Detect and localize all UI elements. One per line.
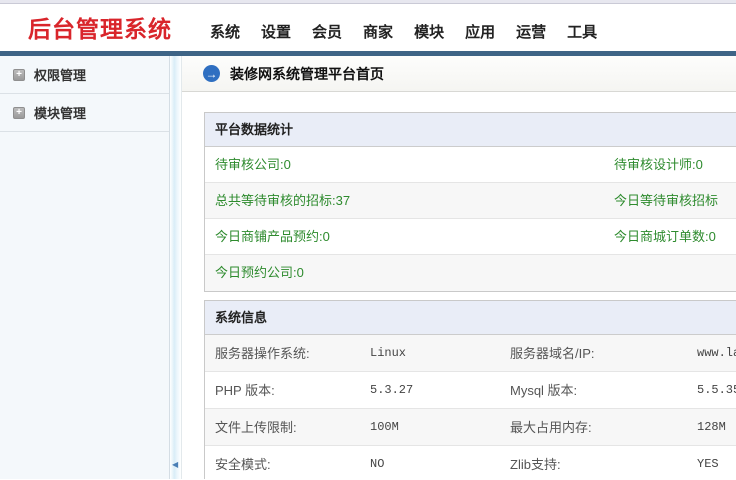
page-title: 装修网系统管理平台首页 [230,64,384,84]
page-header: → 装修网系统管理平台首页 [182,56,736,92]
sidebar-item-permissions[interactable]: + 权限管理 [0,56,169,94]
arrow-circle-icon: → [203,65,220,82]
stat-link-total-pending-bids[interactable]: 总共等待审核的招标:37 [215,193,350,208]
sys-label-mysql-version: Mysql 版本: [510,372,577,409]
brand-logo: 后台管理系统 [28,10,172,44]
stat-link-pending-companies[interactable]: 待审核公司:0 [215,157,291,172]
sys-label-safe-mode: 安全模式: [215,457,271,472]
stats-panel-title: 平台数据统计 [205,113,736,147]
stat-link-today-mall-orders[interactable]: 今日商城订单数:0 [614,219,716,255]
sys-label-php-version: PHP 版本: [215,383,275,398]
nav-item-settings[interactable]: 设置 [261,21,291,42]
nav-item-member[interactable]: 会员 [312,21,342,42]
collapse-arrow-icon[interactable]: ◀ [172,461,178,469]
sidebar-item-label: 权限管理 [34,65,86,84]
nav-item-tools[interactable]: 工具 [567,21,597,42]
stat-row: 今日商铺产品预约:0 今日商城订单数:0 [205,219,736,255]
sys-label-server-domain-ip: 服务器域名/IP: [510,335,595,372]
nav-item-application[interactable]: 应用 [465,21,495,42]
system-info-panel: 系统信息 服务器操作系统: Linux 服务器域名/IP: www.laj PH… [204,300,736,479]
expand-plus-icon[interactable]: + [13,107,25,119]
app-header: 后台管理系统 系统 设置 会员 商家 模块 应用 运营 工具 [0,4,736,51]
system-info-row: 安全模式: NO Zlib支持: YES [205,446,736,479]
stat-link-today-booked-companies[interactable]: 今日预约公司:0 [215,265,304,280]
stat-link-today-shop-bookings[interactable]: 今日商铺产品预约:0 [215,229,330,244]
stats-panel: 平台数据统计 待审核公司:0 待审核设计师:0 总共等待审核的招标:37 今日等… [204,112,736,292]
stat-row: 总共等待审核的招标:37 今日等待审核招标 [205,183,736,219]
system-info-panel-title: 系统信息 [205,301,736,335]
nav-item-module[interactable]: 模块 [414,21,444,42]
sidebar-item-modules[interactable]: + 模块管理 [0,94,169,132]
sys-value-php-version: 5.3.27 [370,372,413,409]
stat-row: 今日预约公司:0 [205,255,736,291]
system-info-row: PHP 版本: 5.3.27 Mysql 版本: 5.5.35. [205,372,736,409]
sys-value-zlib-support: YES [697,446,719,479]
content-area: → 装修网系统管理平台首页 平台数据统计 待审核公司:0 待审核设计师:0 总共… [182,56,736,479]
sys-label-server-os: 服务器操作系统: [215,346,310,361]
admin-backend-page: 后台管理系统 系统 设置 会员 商家 模块 应用 运营 工具 + 权限管理 + … [0,0,736,480]
stat-link-today-pending-bids[interactable]: 今日等待审核招标 [614,183,718,219]
stat-row: 待审核公司:0 待审核设计师:0 [205,147,736,183]
stat-link-pending-designers[interactable]: 待审核设计师:0 [614,147,703,183]
system-info-row: 服务器操作系统: Linux 服务器域名/IP: www.laj [205,335,736,372]
sys-value-safe-mode: NO [370,446,384,479]
sys-label-zlib-support: Zlib支持: [510,446,561,479]
sys-label-max-memory: 最大占用内存: [510,409,592,446]
sidebar-item-label: 模块管理 [34,103,86,122]
sidebar: + 权限管理 + 模块管理 [0,56,170,479]
body-layout: + 权限管理 + 模块管理 ◀ → 装修网系统管理平台首页 平台数据统计 待审核… [0,56,736,479]
system-info-row: 文件上传限制: 100M 最大占用内存: 128M [205,409,736,446]
sys-label-upload-limit: 文件上传限制: [215,420,297,435]
sys-value-mysql-version: 5.5.35. [697,372,736,409]
nav-item-system[interactable]: 系统 [210,21,240,42]
main-nav: 系统 设置 会员 商家 模块 应用 运营 工具 [210,21,597,51]
nav-item-operation[interactable]: 运营 [516,21,546,42]
expand-plus-icon[interactable]: + [13,69,25,81]
sys-value-upload-limit: 100M [370,409,399,446]
sys-value-server-os: Linux [370,335,406,372]
nav-item-merchant[interactable]: 商家 [363,21,393,42]
sys-value-max-memory: 128M [697,409,726,446]
sidebar-splitter[interactable]: ◀ [170,56,182,479]
sys-value-server-domain-ip: www.laj [697,335,736,372]
